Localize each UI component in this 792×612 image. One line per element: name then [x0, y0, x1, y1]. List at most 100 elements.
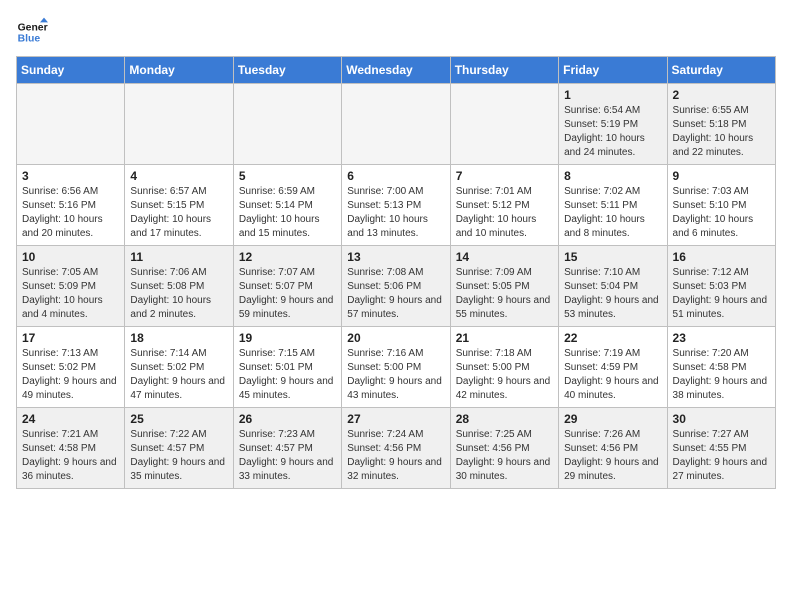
calendar-cell: 11Sunrise: 7:06 AM Sunset: 5:08 PM Dayli…: [125, 246, 233, 327]
day-number: 6: [347, 169, 444, 183]
day-number: 18: [130, 331, 227, 345]
calendar-cell: 7 Sunrise: 7:01 AM Sunset: 5:12 PM Daylig…: [450, 165, 558, 246]
day-info: Sunrise: 7:23 AM Sunset: 4:57 PM Dayligh…: [239, 428, 336, 484]
calendar-cell: [233, 84, 341, 165]
day-number: 5: [239, 169, 336, 183]
day-number: 27: [347, 412, 444, 426]
day-number: 3: [22, 169, 119, 183]
calendar-cell: 12 Sunrise: 7:07 AM Sunset: 5:07 PM Dayli…: [233, 246, 341, 327]
day-info: Sunrise: 7:14 AM Sunset: 5:02 PM Dayligh…: [130, 347, 227, 403]
day-info: Sunrise: 6:59 AM Sunset: 5:14 PM Dayligh…: [239, 185, 336, 241]
day-info: Sunrise: 7:20 AM Sunset: 4:58 PM Dayligh…: [673, 347, 770, 403]
svg-text:General: General: [18, 22, 48, 33]
day-info: Sunrise: 6:57 AM Sunset: 5:15 PM Dayligh…: [130, 185, 227, 241]
calendar-cell: 2 Sunrise: 6:55 AM Sunset: 5:18 PM Daylig…: [667, 84, 775, 165]
svg-text:Blue: Blue: [18, 34, 41, 45]
calendar-cell: 5 Sunrise: 6:59 AM Sunset: 5:14 PM Daylig…: [233, 165, 341, 246]
day-number: 21: [456, 331, 553, 345]
day-number: 25: [130, 412, 227, 426]
day-number: 24: [22, 412, 119, 426]
calendar-cell: 18 Sunrise: 7:14 AM Sunset: 5:02 PM Dayli…: [125, 327, 233, 408]
day-number: 12: [239, 250, 336, 264]
day-number: 14: [456, 250, 553, 264]
calendar-cell: [125, 84, 233, 165]
day-number: 29: [564, 412, 661, 426]
weekday-header-friday: Friday: [559, 57, 667, 84]
calendar-cell: [450, 84, 558, 165]
day-number: 8: [564, 169, 661, 183]
calendar-cell: 22 Sunrise: 7:19 AM Sunset: 4:59 PM Dayli…: [559, 327, 667, 408]
calendar-cell: 13Sunrise: 7:08 AM Sunset: 5:06 PM Dayli…: [342, 246, 450, 327]
day-info: Sunrise: 7:12 AM Sunset: 5:03 PM Dayligh…: [673, 266, 770, 322]
calendar-cell: 21 Sunrise: 7:18 AM Sunset: 5:00 PM Dayli…: [450, 327, 558, 408]
day-number: 22: [564, 331, 661, 345]
weekday-header-thursday: Thursday: [450, 57, 558, 84]
day-number: 15: [564, 250, 661, 264]
weekday-header-monday: Monday: [125, 57, 233, 84]
day-number: 1: [564, 88, 661, 102]
day-info: Sunrise: 7:05 AM Sunset: 5:09 PM Dayligh…: [22, 266, 119, 322]
weekday-header-tuesday: Tuesday: [233, 57, 341, 84]
calendar-cell: 3 Sunrise: 6:56 AM Sunset: 5:16 PM Daylig…: [17, 165, 125, 246]
day-info: Sunrise: 7:21 AM Sunset: 4:58 PM Dayligh…: [22, 428, 119, 484]
calendar-cell: [17, 84, 125, 165]
header: General Blue: [16, 16, 776, 48]
calendar-cell: 10 Sunrise: 7:05 AM Sunset: 5:09 PM Dayli…: [17, 246, 125, 327]
calendar-cell: 30 Sunrise: 7:27 AM Sunset: 4:55 PM Dayli…: [667, 408, 775, 489]
calendar-cell: 4Sunrise: 6:57 AM Sunset: 5:15 PM Daylig…: [125, 165, 233, 246]
day-info: Sunrise: 7:01 AM Sunset: 5:12 PM Dayligh…: [456, 185, 553, 241]
day-info: Sunrise: 7:27 AM Sunset: 4:55 PM Dayligh…: [673, 428, 770, 484]
calendar-cell: 24 Sunrise: 7:21 AM Sunset: 4:58 PM Dayli…: [17, 408, 125, 489]
calendar-cell: 27 Sunrise: 7:24 AM Sunset: 4:56 PM Dayli…: [342, 408, 450, 489]
day-info: Sunrise: 7:02 AM Sunset: 5:11 PM Dayligh…: [564, 185, 661, 241]
day-number: 7: [456, 169, 553, 183]
day-info: Sunrise: 7:13 AM Sunset: 5:02 PM Dayligh…: [22, 347, 119, 403]
day-info: Sunrise: 7:03 AM Sunset: 5:10 PM Dayligh…: [673, 185, 770, 241]
calendar-cell: 6 Sunrise: 7:00 AM Sunset: 5:13 PM Daylig…: [342, 165, 450, 246]
calendar-cell: 9 Sunrise: 7:03 AM Sunset: 5:10 PM Daylig…: [667, 165, 775, 246]
calendar-cell: [342, 84, 450, 165]
calendar-cell: 14Sunrise: 7:09 AM Sunset: 5:05 PM Dayli…: [450, 246, 558, 327]
day-info: Sunrise: 7:10 AM Sunset: 5:04 PM Dayligh…: [564, 266, 661, 322]
calendar-cell: 16 Sunrise: 7:12 AM Sunset: 5:03 PM Dayli…: [667, 246, 775, 327]
day-info: Sunrise: 7:24 AM Sunset: 4:56 PM Dayligh…: [347, 428, 444, 484]
day-number: 30: [673, 412, 770, 426]
calendar-cell: 29 Sunrise: 7:26 AM Sunset: 4:56 PM Dayli…: [559, 408, 667, 489]
calendar-cell: 25Sunrise: 7:22 AM Sunset: 4:57 PM Dayli…: [125, 408, 233, 489]
day-number: 10: [22, 250, 119, 264]
day-number: 23: [673, 331, 770, 345]
calendar-cell: 20Sunrise: 7:16 AM Sunset: 5:00 PM Dayli…: [342, 327, 450, 408]
day-number: 20: [347, 331, 444, 345]
day-info: Sunrise: 7:18 AM Sunset: 5:00 PM Dayligh…: [456, 347, 553, 403]
day-info: Sunrise: 7:15 AM Sunset: 5:01 PM Dayligh…: [239, 347, 336, 403]
day-info: Sunrise: 7:25 AM Sunset: 4:56 PM Dayligh…: [456, 428, 553, 484]
weekday-header-wednesday: Wednesday: [342, 57, 450, 84]
day-number: 26: [239, 412, 336, 426]
day-info: Sunrise: 7:00 AM Sunset: 5:13 PM Dayligh…: [347, 185, 444, 241]
day-number: 17: [22, 331, 119, 345]
day-number: 16: [673, 250, 770, 264]
calendar-cell: 1 Sunrise: 6:54 AM Sunset: 5:19 PM Daylig…: [559, 84, 667, 165]
calendar-cell: 8 Sunrise: 7:02 AM Sunset: 5:11 PM Daylig…: [559, 165, 667, 246]
day-info: Sunrise: 7:19 AM Sunset: 4:59 PM Dayligh…: [564, 347, 661, 403]
calendar-cell: 23 Sunrise: 7:20 AM Sunset: 4:58 PM Dayli…: [667, 327, 775, 408]
day-number: 2: [673, 88, 770, 102]
day-number: 9: [673, 169, 770, 183]
logo-icon: General Blue: [16, 16, 48, 48]
weekday-header-sunday: Sunday: [17, 57, 125, 84]
day-info: Sunrise: 6:55 AM Sunset: 5:18 PM Dayligh…: [673, 104, 770, 160]
weekday-header-saturday: Saturday: [667, 57, 775, 84]
day-info: Sunrise: 7:06 AM Sunset: 5:08 PM Dayligh…: [130, 266, 227, 322]
calendar-cell: 19 Sunrise: 7:15 AM Sunset: 5:01 PM Dayli…: [233, 327, 341, 408]
day-info: Sunrise: 7:07 AM Sunset: 5:07 PM Dayligh…: [239, 266, 336, 322]
day-number: 19: [239, 331, 336, 345]
day-number: 28: [456, 412, 553, 426]
day-info: Sunrise: 7:26 AM Sunset: 4:56 PM Dayligh…: [564, 428, 661, 484]
day-info: Sunrise: 6:54 AM Sunset: 5:19 PM Dayligh…: [564, 104, 661, 160]
day-number: 13: [347, 250, 444, 264]
day-info: Sunrise: 6:56 AM Sunset: 5:16 PM Dayligh…: [22, 185, 119, 241]
logo: General Blue: [16, 16, 52, 48]
calendar-table: SundayMondayTuesdayWednesdayThursdayFrid…: [16, 56, 776, 489]
calendar-cell: 15 Sunrise: 7:10 AM Sunset: 5:04 PM Dayli…: [559, 246, 667, 327]
calendar-cell: 17 Sunrise: 7:13 AM Sunset: 5:02 PM Dayli…: [17, 327, 125, 408]
